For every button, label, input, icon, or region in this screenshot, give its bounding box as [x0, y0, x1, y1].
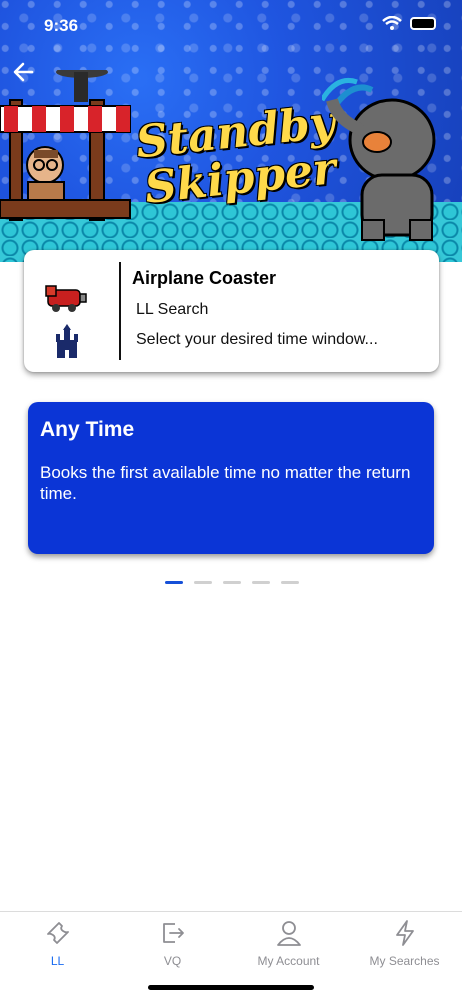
airplane-coaster-icon [45, 285, 87, 312]
bolt-icon [395, 920, 414, 946]
status-icons [382, 16, 436, 30]
tab-label: LL [50, 954, 65, 968]
ticket-icon [46, 922, 69, 944]
search-type-label: LL Search [136, 301, 209, 318]
tab-ll[interactable]: LL [0, 918, 115, 968]
option-description: Books the first available time no matter… [40, 463, 411, 503]
home-indicator [148, 985, 314, 990]
page-dot[interactable] [194, 581, 212, 584]
elephant-illustration [322, 78, 436, 241]
tab-my-account[interactable]: My Account [231, 918, 346, 968]
page-dot[interactable] [165, 581, 183, 584]
any-time-option-card[interactable]: Any Time Books the first available time … [28, 402, 434, 554]
card-icons [38, 264, 118, 364]
status-bar: 9:36 [0, 0, 462, 48]
tab-label: VQ [163, 954, 182, 968]
ride-name: Airplane Coaster [132, 268, 277, 288]
tab-label: My Account [257, 954, 320, 968]
battery-icon [410, 16, 436, 30]
tab-my-searches[interactable]: My Searches [347, 918, 462, 968]
tab-label: My Searches [369, 954, 440, 968]
castle-icon [56, 324, 78, 358]
wifi-icon [382, 16, 402, 30]
instruction-text: Select your desired time window... [136, 331, 378, 348]
exit-icon [162, 923, 184, 943]
page-dot[interactable] [252, 581, 270, 584]
back-arrow-icon[interactable] [10, 58, 38, 86]
person-icon [276, 921, 301, 946]
page-dot[interactable] [281, 581, 299, 584]
header-banner: Standby Skipper 9:36 [0, 0, 462, 262]
ride-info-card: Airplane Coaster LL Search Select your d… [24, 250, 439, 372]
card-divider [119, 262, 121, 360]
page-dot[interactable] [223, 581, 241, 584]
tab-vq[interactable]: VQ [115, 918, 230, 968]
status-time: 9:36 [44, 16, 79, 35]
page-indicator [165, 581, 299, 584]
option-title: Any Time [40, 418, 135, 441]
